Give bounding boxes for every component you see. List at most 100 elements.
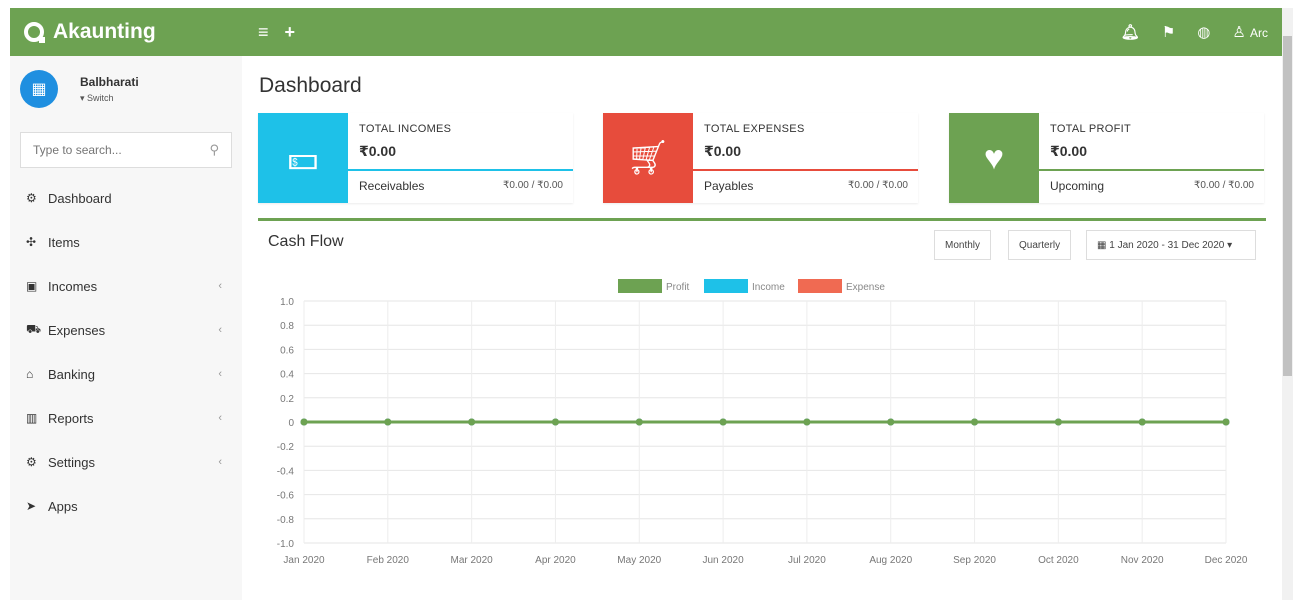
search-input[interactable] xyxy=(33,143,210,157)
company-switcher[interactable]: ▦ Balbharati ▾ Switch xyxy=(10,56,242,122)
app: Akaunting ≡ + 🔔︎ ⚑ ◍ ♙ Arc ▦ Balbharati … xyxy=(0,0,1293,600)
summary-card-total-expenses: 🛒︎ TOTAL EXPENSES ₹0.00 Payables ₹0.00 / ₹0.… xyxy=(603,113,918,203)
settings-icon: ⚙ xyxy=(26,455,37,469)
x-tick-label: Mar 2020 xyxy=(451,555,494,566)
x-tick-label: Oct 2020 xyxy=(1038,555,1079,566)
sidebar-item-label: Settings xyxy=(48,454,95,470)
user-icon: ♙ xyxy=(1232,24,1246,41)
x-tick-label: Jan 2020 xyxy=(283,555,325,566)
card-amount: ₹0.00 xyxy=(1050,143,1087,159)
sidebar-item-apps[interactable]: ➤ Apps xyxy=(10,484,242,528)
card-sub-label[interactable]: Receivables xyxy=(359,179,424,193)
sidebar: ▦ Balbharati ▾ Switch ⚲ ⚙ Dashboard ✣ Items… xyxy=(10,56,242,600)
search-icon[interactable]: ⚲ xyxy=(209,142,219,158)
reports-icon: ▥ xyxy=(26,411,38,425)
card-sub-label[interactable]: Upcoming xyxy=(1050,179,1104,193)
data-point-profit xyxy=(719,418,727,426)
sidebar-item-dashboard[interactable]: ⚙ Dashboard xyxy=(10,176,242,220)
y-tick-label: 0.8 xyxy=(280,321,294,332)
user-menu[interactable]: ♙ Arc xyxy=(1232,23,1268,41)
incomes-icon: ▣ xyxy=(26,279,38,293)
x-tick-label: Nov 2020 xyxy=(1121,555,1164,566)
x-tick-label: Jun 2020 xyxy=(703,555,745,566)
data-point-profit xyxy=(635,418,643,426)
flag-icon[interactable]: ⚑ xyxy=(1162,23,1175,41)
main-content: Dashboard 💵︎ TOTAL INCOMES ₹0.00 Receivable… xyxy=(242,56,1282,600)
card-progress-bar xyxy=(693,169,918,171)
company-switch-link[interactable]: ▾ Switch xyxy=(80,93,139,104)
sidebar-item-settings[interactable]: ⚙ Settings ‹ xyxy=(10,440,242,484)
chevron-left-icon: ‹ xyxy=(218,324,222,336)
x-tick-label: Jul 2020 xyxy=(788,555,826,566)
legend-swatch-income xyxy=(704,279,748,293)
x-tick-label: Feb 2020 xyxy=(367,555,410,566)
card-sub-value: ₹0.00 / ₹0.00 xyxy=(503,180,563,191)
legend-label-expense: Expense xyxy=(846,282,885,293)
data-point-profit xyxy=(1054,418,1062,426)
page-title: Dashboard xyxy=(259,74,362,97)
x-tick-label: Dec 2020 xyxy=(1205,555,1248,566)
legend-swatch-expense xyxy=(798,279,842,293)
sidebar-item-label: Apps xyxy=(48,498,78,514)
data-point-profit xyxy=(1138,418,1146,426)
y-tick-label: -0.8 xyxy=(277,515,295,526)
sidebar-menu: ⚙ Dashboard ✣ Items ▣ Incomes ‹ ⛟ Expenses ‹ ⌂ Bank… xyxy=(10,176,242,528)
cart-icon: 🛒︎ xyxy=(603,113,693,203)
page-scrollbar[interactable] xyxy=(1282,8,1293,600)
y-tick-label: 0.4 xyxy=(280,370,294,381)
y-tick-label: 1.0 xyxy=(280,297,294,308)
dashboard-icon: ⚙ xyxy=(26,191,37,205)
add-new-icon[interactable]: + xyxy=(285,22,296,43)
scrollbar-thumb[interactable] xyxy=(1283,36,1292,376)
card-sub-label[interactable]: Payables xyxy=(704,179,753,193)
summary-card-total-profit: ♥ TOTAL PROFIT ₹0.00 Upcoming ₹0.00 / ₹0.00 xyxy=(949,113,1264,203)
x-tick-label: Aug 2020 xyxy=(869,555,912,566)
x-tick-label: Apr 2020 xyxy=(535,555,576,566)
sidebar-item-label: Reports xyxy=(48,410,94,426)
y-tick-label: 0.6 xyxy=(280,345,294,356)
card-sub-value: ₹0.00 / ₹0.00 xyxy=(1194,180,1254,191)
sidebar-item-incomes[interactable]: ▣ Incomes ‹ xyxy=(10,264,242,308)
sidebar-item-label: Items xyxy=(48,234,80,250)
items-icon: ✣ xyxy=(26,235,37,249)
sidebar-item-expenses[interactable]: ⛟ Expenses ‹ xyxy=(10,308,242,352)
sidebar-item-reports[interactable]: ▥ Reports ‹ xyxy=(10,396,242,440)
heart-icon: ♥ xyxy=(949,113,1039,203)
data-point-profit xyxy=(384,418,392,426)
legend-swatch-profit xyxy=(618,279,662,293)
y-tick-label: 0.2 xyxy=(280,394,294,405)
company-name: Balbharati xyxy=(80,74,139,89)
sidebar-item-label: Incomes xyxy=(48,278,98,294)
y-tick-label: -0.4 xyxy=(277,466,295,477)
brand[interactable]: Akaunting xyxy=(10,8,242,56)
data-point-profit xyxy=(468,418,476,426)
notifications-bell-icon[interactable]: 🔔︎ xyxy=(1121,23,1140,41)
chevron-left-icon: ‹ xyxy=(218,412,222,424)
card-amount: ₹0.00 xyxy=(704,143,741,159)
cash-flow-panel: Cash Flow Monthly Quarterly ▦ 1 Jan 2020… xyxy=(258,218,1266,600)
sidebar-item-banking[interactable]: ⌂ Banking ‹ xyxy=(10,352,242,396)
sidebar-item-label: Banking xyxy=(48,366,95,382)
apps-icon: ➤ xyxy=(26,499,37,513)
legend-label-income: Income xyxy=(752,282,785,293)
topbar-right: 🔔︎ ⚑ ◍ ♙ Arc xyxy=(1121,23,1282,41)
user-name: Arc xyxy=(1250,26,1268,40)
brand-name: Akaunting xyxy=(53,20,156,43)
sidebar-item-label: Expenses xyxy=(48,322,106,338)
menu-toggle-icon[interactable]: ≡ xyxy=(258,22,269,43)
card-title: TOTAL PROFIT xyxy=(1050,123,1132,135)
expenses-icon: ⛟ xyxy=(26,322,42,336)
x-tick-label: Sep 2020 xyxy=(953,555,996,566)
x-tick-label: May 2020 xyxy=(617,555,661,566)
y-tick-label: -0.2 xyxy=(277,442,295,453)
data-point-profit xyxy=(300,418,308,426)
card-title: TOTAL EXPENSES xyxy=(704,123,805,135)
money-icon: 💵︎ xyxy=(258,113,348,203)
data-point-profit xyxy=(551,418,559,426)
data-point-profit xyxy=(887,418,895,426)
banking-icon: ⌂ xyxy=(26,367,34,381)
sidebar-item-label: Dashboard xyxy=(48,190,112,206)
support-lifebuoy-icon[interactable]: ◍ xyxy=(1197,23,1210,41)
sidebar-item-items[interactable]: ✣ Items xyxy=(10,220,242,264)
card-progress-bar xyxy=(348,169,573,171)
